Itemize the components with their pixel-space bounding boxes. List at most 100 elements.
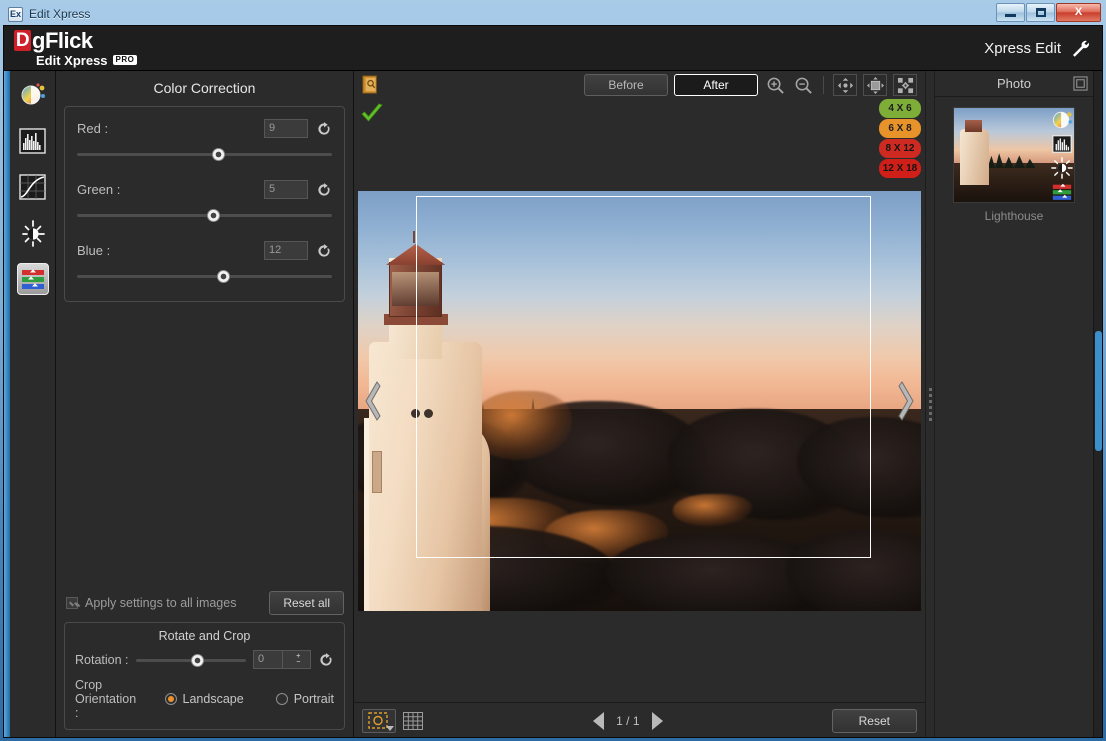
splitter-grip [928, 388, 932, 421]
minimize-button[interactable] [996, 3, 1025, 22]
os-window: Ex Edit Xpress X DgFlick Edit Xpress PRO… [0, 0, 1106, 741]
brightness-icon[interactable] [1051, 157, 1073, 179]
green-slider-knob[interactable] [207, 209, 221, 222]
green-label: Green : [77, 182, 121, 197]
brand-bar: DgFlick Edit Xpress PRO Xpress Edit [4, 26, 1102, 71]
size-badge-4x6[interactable]: 4 X 6 [879, 99, 921, 118]
image-canvas[interactable]: 4 X 6 6 X 8 8 X 12 12 X 18 [354, 99, 925, 702]
sidebar-item-color-wheel[interactable] [17, 79, 49, 111]
rotation-stepper-arrows[interactable]: + − [281, 651, 311, 668]
reset-icon[interactable] [316, 121, 332, 137]
grid-icon[interactable] [402, 710, 424, 732]
maximize-button[interactable] [1026, 3, 1055, 22]
fit-screen-button[interactable] [893, 74, 917, 96]
crop-orientation-label: Crop Orientation : [75, 678, 137, 720]
photo-thumbnail-card[interactable]: Lighthouse [953, 107, 1075, 223]
expand-panel-icon[interactable] [1073, 76, 1088, 91]
radio-landscape-dot[interactable] [164, 693, 177, 705]
sidebar-item-histogram[interactable] [17, 125, 49, 157]
green-slider-track[interactable] [77, 208, 332, 222]
color-correction-group: Red : 9 Green: 5 Blue: 12 [64, 106, 345, 302]
sidebar-item-rgb-levels[interactable] [16, 263, 49, 295]
pan-image-button[interactable] [863, 74, 887, 96]
sidebar-item-brightness[interactable] [17, 217, 49, 249]
histogram-icon[interactable] [1051, 133, 1073, 155]
chevron-down-icon[interactable] [386, 725, 394, 731]
radio-landscape[interactable]: Landscape [164, 692, 244, 706]
left-panel-spacer [56, 302, 353, 585]
red-value-field[interactable]: 9 [264, 119, 308, 138]
size-badge-list: 4 X 6 6 X 8 8 X 12 12 X 18 [879, 99, 921, 178]
size-badge-12x18[interactable]: 12 X 18 [879, 159, 921, 178]
blue-label: Blue : [77, 243, 111, 258]
apply-all-label: Apply settings to all images [85, 596, 237, 610]
radio-portrait[interactable]: Portrait [275, 692, 334, 706]
rotate-crop-group: Rotate and Crop Rotation : 0 + − Crop Or… [64, 622, 345, 730]
blue-value-field[interactable]: 12 [264, 241, 308, 260]
green-check-icon [361, 103, 383, 122]
apply-all-checkbox[interactable] [66, 597, 78, 609]
histogram-icon [19, 128, 46, 154]
stepper-down[interactable]: − [296, 659, 300, 666]
next-page-button[interactable] [651, 711, 663, 730]
rgb-levels-icon[interactable] [1051, 181, 1073, 203]
reset-icon[interactable] [316, 243, 332, 259]
mode-label: Xpress Edit [984, 39, 1061, 57]
rotation-value[interactable]: 0 [254, 651, 282, 668]
application-window: DgFlick Edit Xpress PRO Xpress Edit Colo… [3, 25, 1103, 738]
red-slider-track[interactable] [77, 147, 332, 161]
move-image-button[interactable] [833, 74, 857, 96]
rotation-label: Rotation : [75, 652, 129, 667]
thumbnail-overlay-icons [1051, 109, 1073, 203]
prev-page-button[interactable] [593, 711, 605, 730]
color-wheel-icon[interactable] [1051, 109, 1073, 131]
size-badge-6x8[interactable]: 6 X 8 [879, 119, 921, 138]
rotation-slider-knob[interactable] [190, 653, 204, 667]
center-bottom-bar: 1 / 1 Reset [354, 702, 925, 737]
window-titlebar: Ex Edit Xpress X [3, 3, 1103, 25]
logo-text: gFlick [32, 27, 93, 53]
center-panel: Before After 4 X 6 6 X 8 8 X 12 12 X 18 … [354, 71, 925, 737]
next-image-arrow[interactable] [897, 378, 917, 424]
window-controls: X [996, 3, 1101, 22]
wrench-icon [1073, 40, 1089, 57]
slider-red: Red : 9 [77, 119, 332, 161]
scrollbar-thumb[interactable] [1095, 331, 1102, 451]
rotation-row: Rotation : 0 + − [75, 650, 334, 669]
right-scrollbar[interactable] [1093, 71, 1102, 737]
crop-selection-button[interactable] [362, 708, 396, 733]
photo-book-icon[interactable] [362, 75, 380, 95]
photo-thumbnail-label: Lighthouse [984, 209, 1044, 223]
reset-icon[interactable] [318, 652, 334, 668]
crop-rectangle[interactable] [416, 196, 871, 558]
red-slider-knob[interactable] [212, 148, 226, 161]
blue-slider-knob[interactable] [217, 270, 231, 283]
radio-portrait-dot[interactable] [275, 693, 288, 705]
green-value-field[interactable]: 5 [264, 180, 308, 199]
reset-icon[interactable] [316, 182, 332, 198]
panel-title: Color Correction [153, 80, 256, 96]
brightness-icon [21, 220, 45, 247]
pan-image-icon [866, 76, 884, 94]
blue-slider-track[interactable] [77, 269, 332, 283]
slider-green: Green : 5 [77, 180, 332, 222]
after-toggle[interactable]: After [674, 74, 758, 96]
close-button[interactable]: X [1056, 3, 1101, 22]
zoom-out-icon [795, 77, 812, 94]
prev-image-arrow[interactable] [362, 378, 382, 424]
mode-indicator[interactable]: Xpress Edit [984, 38, 1090, 58]
rotation-slider-track[interactable] [135, 653, 247, 667]
panel-splitter[interactable] [925, 71, 935, 737]
before-toggle[interactable]: Before [584, 74, 668, 96]
rotation-stepper[interactable]: 0 + − [253, 650, 311, 669]
zoom-in-button[interactable] [764, 74, 786, 96]
rotate-crop-title: Rotate and Crop [158, 629, 251, 643]
app-icon-ex: Ex [8, 6, 23, 22]
reset-all-button[interactable]: Reset all [269, 591, 344, 615]
lighthouse-spire [412, 231, 415, 244]
sidebar-item-curves[interactable] [17, 171, 49, 203]
zoom-out-button[interactable] [792, 74, 814, 96]
size-badge-8x12[interactable]: 8 X 12 [879, 139, 921, 158]
reset-button[interactable]: Reset [831, 708, 917, 733]
toolbar-divider [823, 76, 824, 94]
